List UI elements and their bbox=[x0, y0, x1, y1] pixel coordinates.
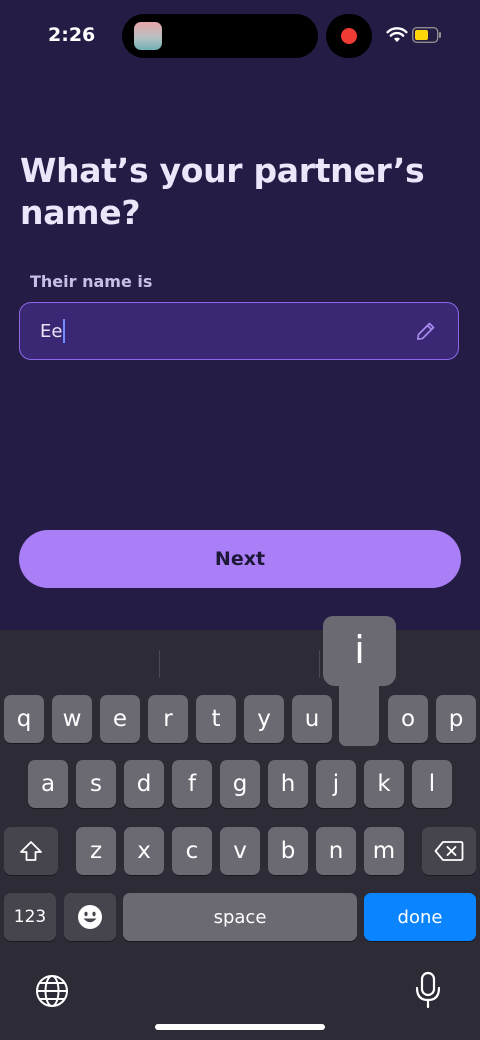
page-title: What’s your partner’s name? bbox=[20, 151, 425, 232]
key-p[interactable]: p bbox=[436, 695, 476, 743]
status-bar: 2:26 bbox=[0, 0, 480, 72]
key-z[interactable]: z bbox=[76, 827, 116, 875]
key-w[interactable]: w bbox=[52, 695, 92, 743]
key-b[interactable]: b bbox=[268, 827, 308, 875]
key-m[interactable]: m bbox=[364, 827, 404, 875]
key-l[interactable]: l bbox=[412, 760, 452, 808]
key-a[interactable]: a bbox=[28, 760, 68, 808]
done-key[interactable]: done bbox=[364, 893, 476, 941]
key-g[interactable]: g bbox=[220, 760, 260, 808]
key-r[interactable]: r bbox=[148, 695, 188, 743]
globe-icon[interactable] bbox=[34, 973, 70, 1009]
partner-name-input[interactable]: Ee bbox=[19, 302, 459, 360]
numbers-key[interactable]: 123 bbox=[4, 893, 56, 941]
key-f[interactable]: f bbox=[172, 760, 212, 808]
recording-indicator bbox=[326, 14, 372, 58]
wifi-icon bbox=[386, 27, 408, 42]
key-h[interactable]: h bbox=[268, 760, 308, 808]
key-t[interactable]: t bbox=[196, 695, 236, 743]
shift-icon bbox=[20, 841, 42, 861]
microphone-icon[interactable] bbox=[414, 971, 442, 1009]
key-y[interactable]: y bbox=[244, 695, 284, 743]
key-j[interactable]: j bbox=[316, 760, 356, 808]
backspace-key[interactable] bbox=[422, 827, 476, 875]
key-d[interactable]: d bbox=[124, 760, 164, 808]
pencil-icon bbox=[417, 322, 435, 340]
key-e[interactable]: e bbox=[100, 695, 140, 743]
status-time: 2:26 bbox=[48, 24, 96, 46]
suggestion-divider bbox=[319, 650, 320, 678]
suggestion-divider bbox=[159, 650, 160, 678]
backspace-icon bbox=[434, 841, 464, 861]
name-input-value: Ee bbox=[40, 318, 66, 343]
key-s[interactable]: s bbox=[76, 760, 116, 808]
key-k[interactable]: k bbox=[364, 760, 404, 808]
space-key[interactable]: space bbox=[123, 893, 357, 941]
key-n[interactable]: n bbox=[316, 827, 356, 875]
name-field-label: Their name is bbox=[30, 272, 153, 291]
home-indicator[interactable] bbox=[155, 1024, 325, 1030]
key-x[interactable]: x bbox=[124, 827, 164, 875]
key-q[interactable]: q bbox=[4, 695, 44, 743]
text-cursor bbox=[63, 318, 66, 343]
key-popup-letter: i bbox=[354, 628, 365, 672]
app-thumbnail-icon bbox=[134, 22, 162, 50]
dynamic-island bbox=[122, 14, 318, 58]
battery-icon bbox=[412, 27, 441, 43]
shift-key[interactable] bbox=[4, 827, 58, 875]
key-popup-stem bbox=[339, 676, 379, 746]
key-i[interactable]: i bbox=[323, 616, 396, 746]
key-v[interactable]: v bbox=[220, 827, 260, 875]
next-button[interactable]: Next bbox=[19, 530, 461, 588]
key-c[interactable]: c bbox=[172, 827, 212, 875]
emoji-icon bbox=[78, 905, 102, 929]
record-dot-icon bbox=[341, 28, 357, 44]
emoji-key[interactable] bbox=[64, 893, 116, 941]
